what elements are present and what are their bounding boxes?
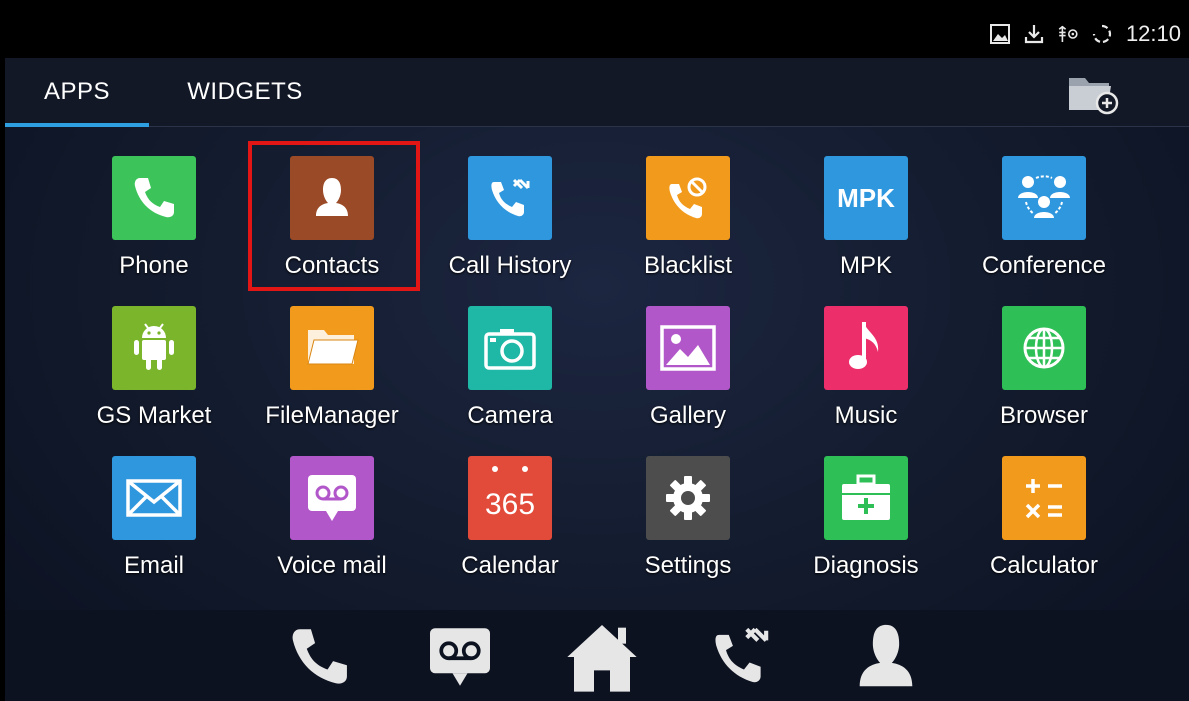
app-label: Conference [981, 252, 1107, 279]
envelope-icon [112, 456, 196, 540]
app-phone[interactable]: Phone [65, 156, 243, 296]
tab-widgets[interactable]: WIDGETS [165, 58, 325, 126]
voicemail-icon [290, 456, 374, 540]
folder-add-icon [1069, 78, 1119, 115]
app-calendar[interactable]: 365 Calendar [421, 456, 599, 596]
tab-apps[interactable]: APPS [5, 58, 149, 127]
phone-icon [292, 629, 347, 684]
dock-call-history[interactable] [699, 616, 789, 698]
contact-person-icon [859, 624, 913, 687]
dock-home[interactable] [557, 616, 647, 698]
status-clock: 12:10 [1125, 21, 1181, 46]
app-call-history[interactable]: Call History [421, 156, 599, 296]
app-label: Browser [999, 402, 1089, 429]
usb-debug-icon [1056, 22, 1080, 46]
app-voicemail[interactable]: Voice mail [243, 456, 421, 596]
voicemail-icon [430, 628, 490, 686]
first-aid-kit-icon [824, 456, 908, 540]
app-label: Calendar [461, 552, 559, 579]
blocked-call-icon [646, 156, 730, 240]
app-gs-market[interactable]: GS Market [65, 306, 243, 446]
tab-bar: APPS WIDGETS [5, 58, 1189, 127]
app-calculator[interactable]: Calculator [955, 456, 1133, 596]
calculator-icon [1002, 456, 1086, 540]
app-mpk[interactable]: MPK MPK [777, 156, 955, 296]
call-history-icon [715, 627, 769, 683]
app-label: FileManager [265, 402, 399, 429]
android-icon [112, 306, 196, 390]
app-label: Call History [448, 252, 572, 279]
dock-contacts[interactable] [841, 616, 931, 698]
add-folder-button[interactable] [1065, 70, 1121, 116]
app-label: Blacklist [643, 252, 733, 279]
mpk-icon: MPK [824, 156, 908, 240]
app-label: MPK [839, 252, 892, 279]
globe-icon [1002, 306, 1086, 390]
image-icon [988, 22, 1012, 46]
app-label: Gallery [649, 402, 727, 429]
app-label: Voice mail [277, 552, 387, 579]
phone-icon [112, 156, 196, 240]
call-history-icon [468, 156, 552, 240]
dock-voicemail[interactable] [415, 616, 505, 698]
status-bar: 12:10 [5, 10, 1189, 58]
app-label: Settings [644, 552, 732, 579]
app-label: Music [834, 402, 898, 429]
mpk-icon-text: MPK [837, 182, 895, 213]
status-icons: 12:10 [988, 20, 1181, 48]
dock-phone[interactable] [277, 616, 367, 698]
calendar-icon-text: 365 [484, 488, 536, 521]
app-settings[interactable]: Settings [599, 456, 777, 596]
app-blacklist[interactable]: Blacklist [599, 156, 777, 296]
calendar-icon: 365 [468, 456, 552, 540]
download-icon [1022, 22, 1046, 46]
app-browser[interactable]: Browser [955, 306, 1133, 446]
conference-icon [1002, 156, 1086, 240]
camera-icon [468, 306, 552, 390]
app-music[interactable]: Music [777, 306, 955, 446]
app-label: Diagnosis [813, 552, 919, 579]
app-gallery[interactable]: Gallery [599, 306, 777, 446]
gallery-icon [646, 306, 730, 390]
contacts-highlight-box [248, 141, 420, 291]
music-note-icon [824, 306, 908, 390]
app-conference[interactable]: Conference [955, 156, 1133, 296]
home-icon [567, 625, 637, 692]
app-filemanager[interactable]: FileManager [243, 306, 421, 446]
app-label: Email [123, 552, 184, 579]
folder-icon [290, 306, 374, 390]
dock [5, 610, 1189, 701]
sync-icon [1090, 22, 1114, 46]
app-label: Camera [467, 402, 553, 429]
gear-icon [646, 456, 730, 540]
app-email[interactable]: Email [65, 456, 243, 596]
launcher-screen: 12:10 APPS WIDGETS Phone Contacts Call H… [5, 10, 1189, 701]
app-label: Calculator [989, 552, 1099, 579]
app-label: Phone [119, 252, 189, 279]
app-label: GS Market [96, 402, 212, 429]
app-diagnosis[interactable]: Diagnosis [777, 456, 955, 596]
app-camera[interactable]: Camera [421, 306, 599, 446]
